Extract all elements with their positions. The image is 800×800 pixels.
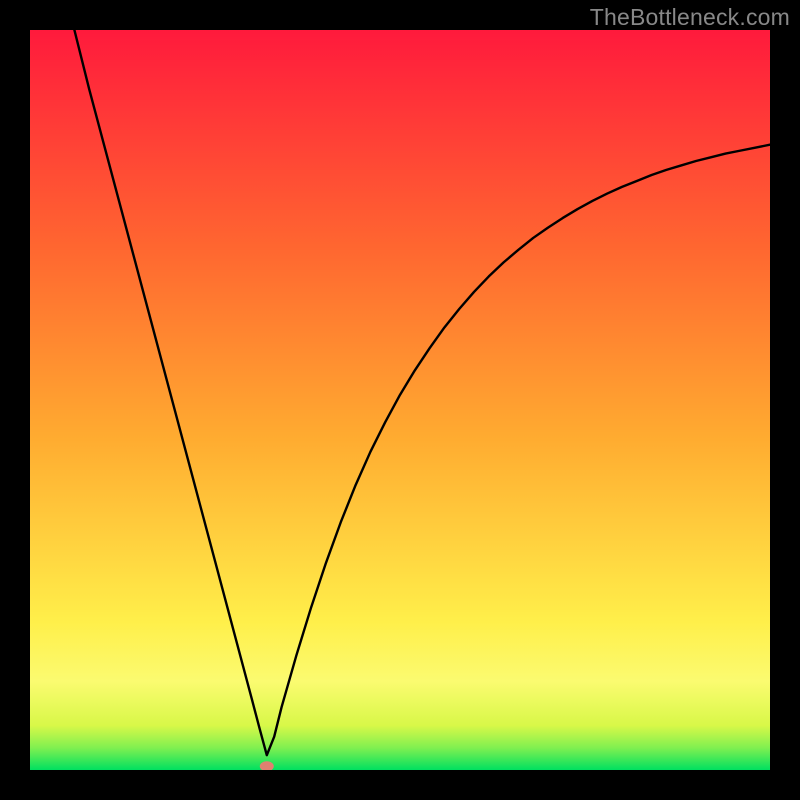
- watermark-text: TheBottleneck.com: [590, 4, 790, 31]
- chart-frame: TheBottleneck.com: [0, 0, 800, 800]
- bottleneck-chart: [30, 30, 770, 770]
- gradient-background: [30, 30, 770, 770]
